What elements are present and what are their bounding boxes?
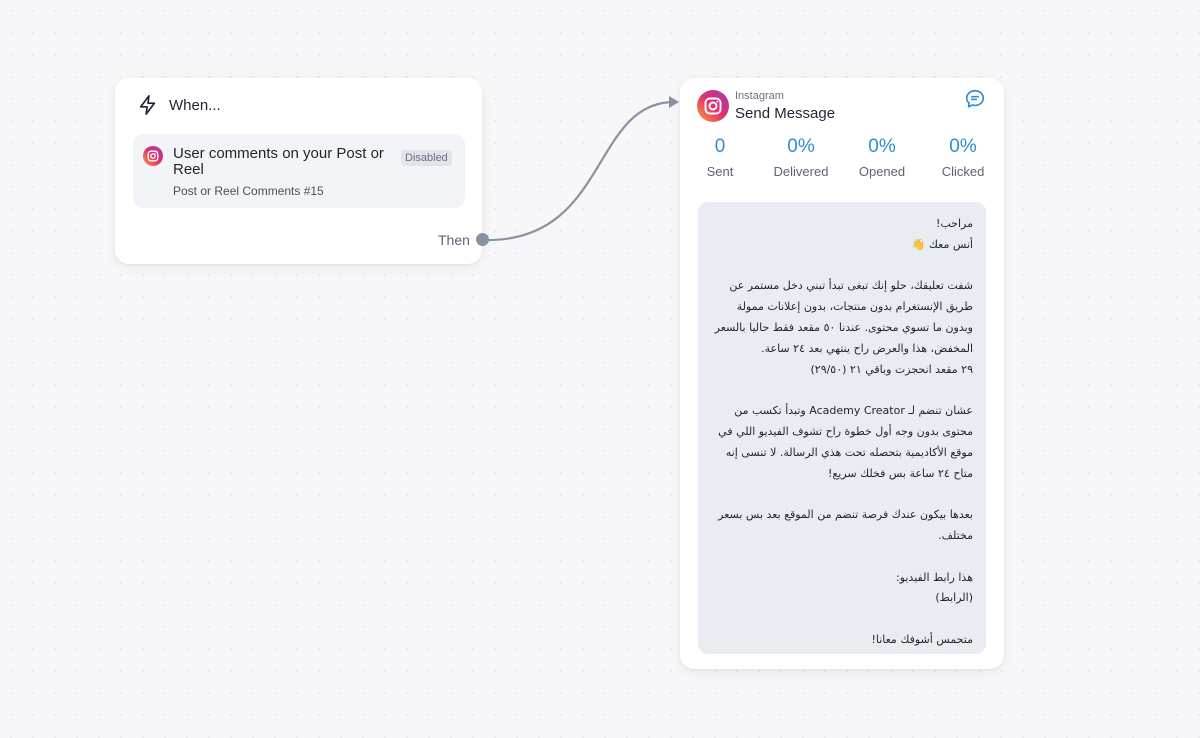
- stat-delivered: 0% Delivered: [761, 136, 841, 179]
- stat-sent: 0 Sent: [680, 136, 760, 179]
- status-badge: Disabled: [401, 150, 452, 166]
- stat-label: Sent: [706, 164, 734, 179]
- trigger-event-title: User comments on your Post or Reel: [173, 145, 384, 178]
- stat-value: 0%: [868, 136, 896, 157]
- trigger-title: When...: [169, 96, 221, 114]
- trigger-header: When...: [137, 94, 221, 116]
- stat-clicked: 0% Clicked: [923, 136, 1003, 179]
- send-message-node[interactable]: Instagram Send Message 0 Sent 0% Deliver…: [680, 78, 1004, 669]
- flow-canvas[interactable]: When... User comments on your Post or Re…: [0, 0, 1200, 738]
- stat-value: 0%: [949, 136, 977, 157]
- platform-label: Instagram: [735, 90, 784, 102]
- stat-label: Clicked: [941, 164, 985, 179]
- trigger-event-card[interactable]: User comments on your Post or Reel Disab…: [133, 134, 465, 208]
- trigger-event-subtitle: Post or Reel Comments #15: [173, 184, 324, 198]
- then-connector-handle[interactable]: [476, 233, 489, 246]
- stat-label: Delivered: [773, 164, 829, 179]
- stat-opened: 0% Opened: [842, 136, 922, 179]
- lightning-bolt-icon: [137, 94, 159, 116]
- trigger-node[interactable]: When... User comments on your Post or Re…: [115, 78, 489, 264]
- instagram-icon: [143, 146, 163, 166]
- message-preview[interactable]: مراحب! أنس معك 👋 شفت تعليقك، حلو إنك تبغ…: [698, 202, 986, 654]
- stat-label: Opened: [858, 164, 906, 179]
- then-label: Then: [438, 232, 470, 248]
- stat-value: 0%: [787, 136, 815, 157]
- message-text: مراحب! أنس معك 👋 شفت تعليقك، حلو إنك تبغ…: [714, 217, 973, 646]
- action-title: Send Message: [735, 105, 836, 122]
- chat-bubble-icon[interactable]: [964, 88, 986, 110]
- instagram-icon: [697, 90, 729, 122]
- stat-value: 0: [714, 136, 726, 157]
